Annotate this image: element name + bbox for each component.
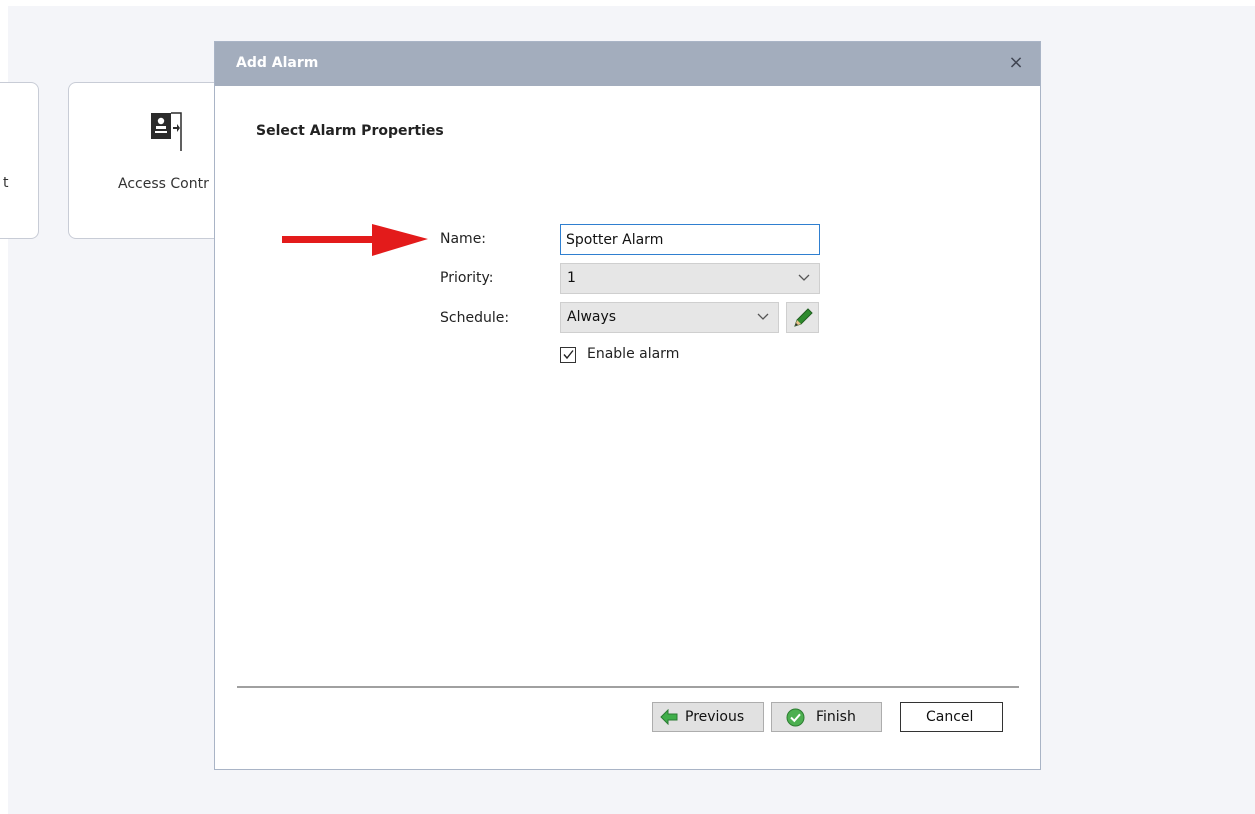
dialog-titlebar: Add Alarm ×	[215, 42, 1040, 86]
priority-value: 1	[567, 270, 576, 286]
pencil-icon	[791, 306, 815, 334]
red-arrow-annotation	[280, 222, 430, 264]
dialog-title: Add Alarm	[236, 55, 319, 71]
schedule-label: Schedule:	[440, 310, 510, 326]
priority-select[interactable]: 1	[560, 263, 820, 294]
close-icon[interactable]: ×	[1006, 52, 1026, 74]
cancel-button[interactable]: Cancel	[900, 702, 1003, 732]
checkmark-icon	[562, 348, 575, 365]
name-label: Name:	[440, 231, 487, 247]
footer-divider	[237, 686, 1019, 688]
tile-access-label: Access Contr	[118, 176, 209, 192]
access-control-icon	[149, 109, 189, 155]
add-alarm-dialog: Add Alarm × Select Alarm Properties Name…	[214, 41, 1041, 770]
priority-label: Priority:	[440, 270, 494, 286]
cancel-label: Cancel	[926, 709, 974, 725]
finish-button[interactable]: Finish	[771, 702, 882, 732]
tile-left-label: t	[3, 175, 9, 191]
name-field[interactable]	[560, 224, 820, 255]
previous-button[interactable]: Previous	[652, 702, 764, 732]
section-title: Select Alarm Properties	[256, 123, 444, 139]
edit-schedule-button[interactable]	[786, 302, 819, 333]
tile-left-partial[interactable]: t	[0, 82, 39, 239]
schedule-select[interactable]: Always	[560, 302, 779, 333]
chevron-down-icon	[798, 271, 810, 286]
previous-label: Previous	[685, 709, 745, 725]
schedule-value: Always	[567, 309, 617, 325]
green-left-arrow-icon	[660, 708, 678, 729]
chevron-down-icon	[757, 310, 769, 325]
green-check-icon	[786, 708, 805, 731]
enable-alarm-checkbox[interactable]	[560, 347, 576, 363]
finish-label: Finish	[816, 709, 856, 725]
enable-alarm-label: Enable alarm	[587, 346, 680, 362]
